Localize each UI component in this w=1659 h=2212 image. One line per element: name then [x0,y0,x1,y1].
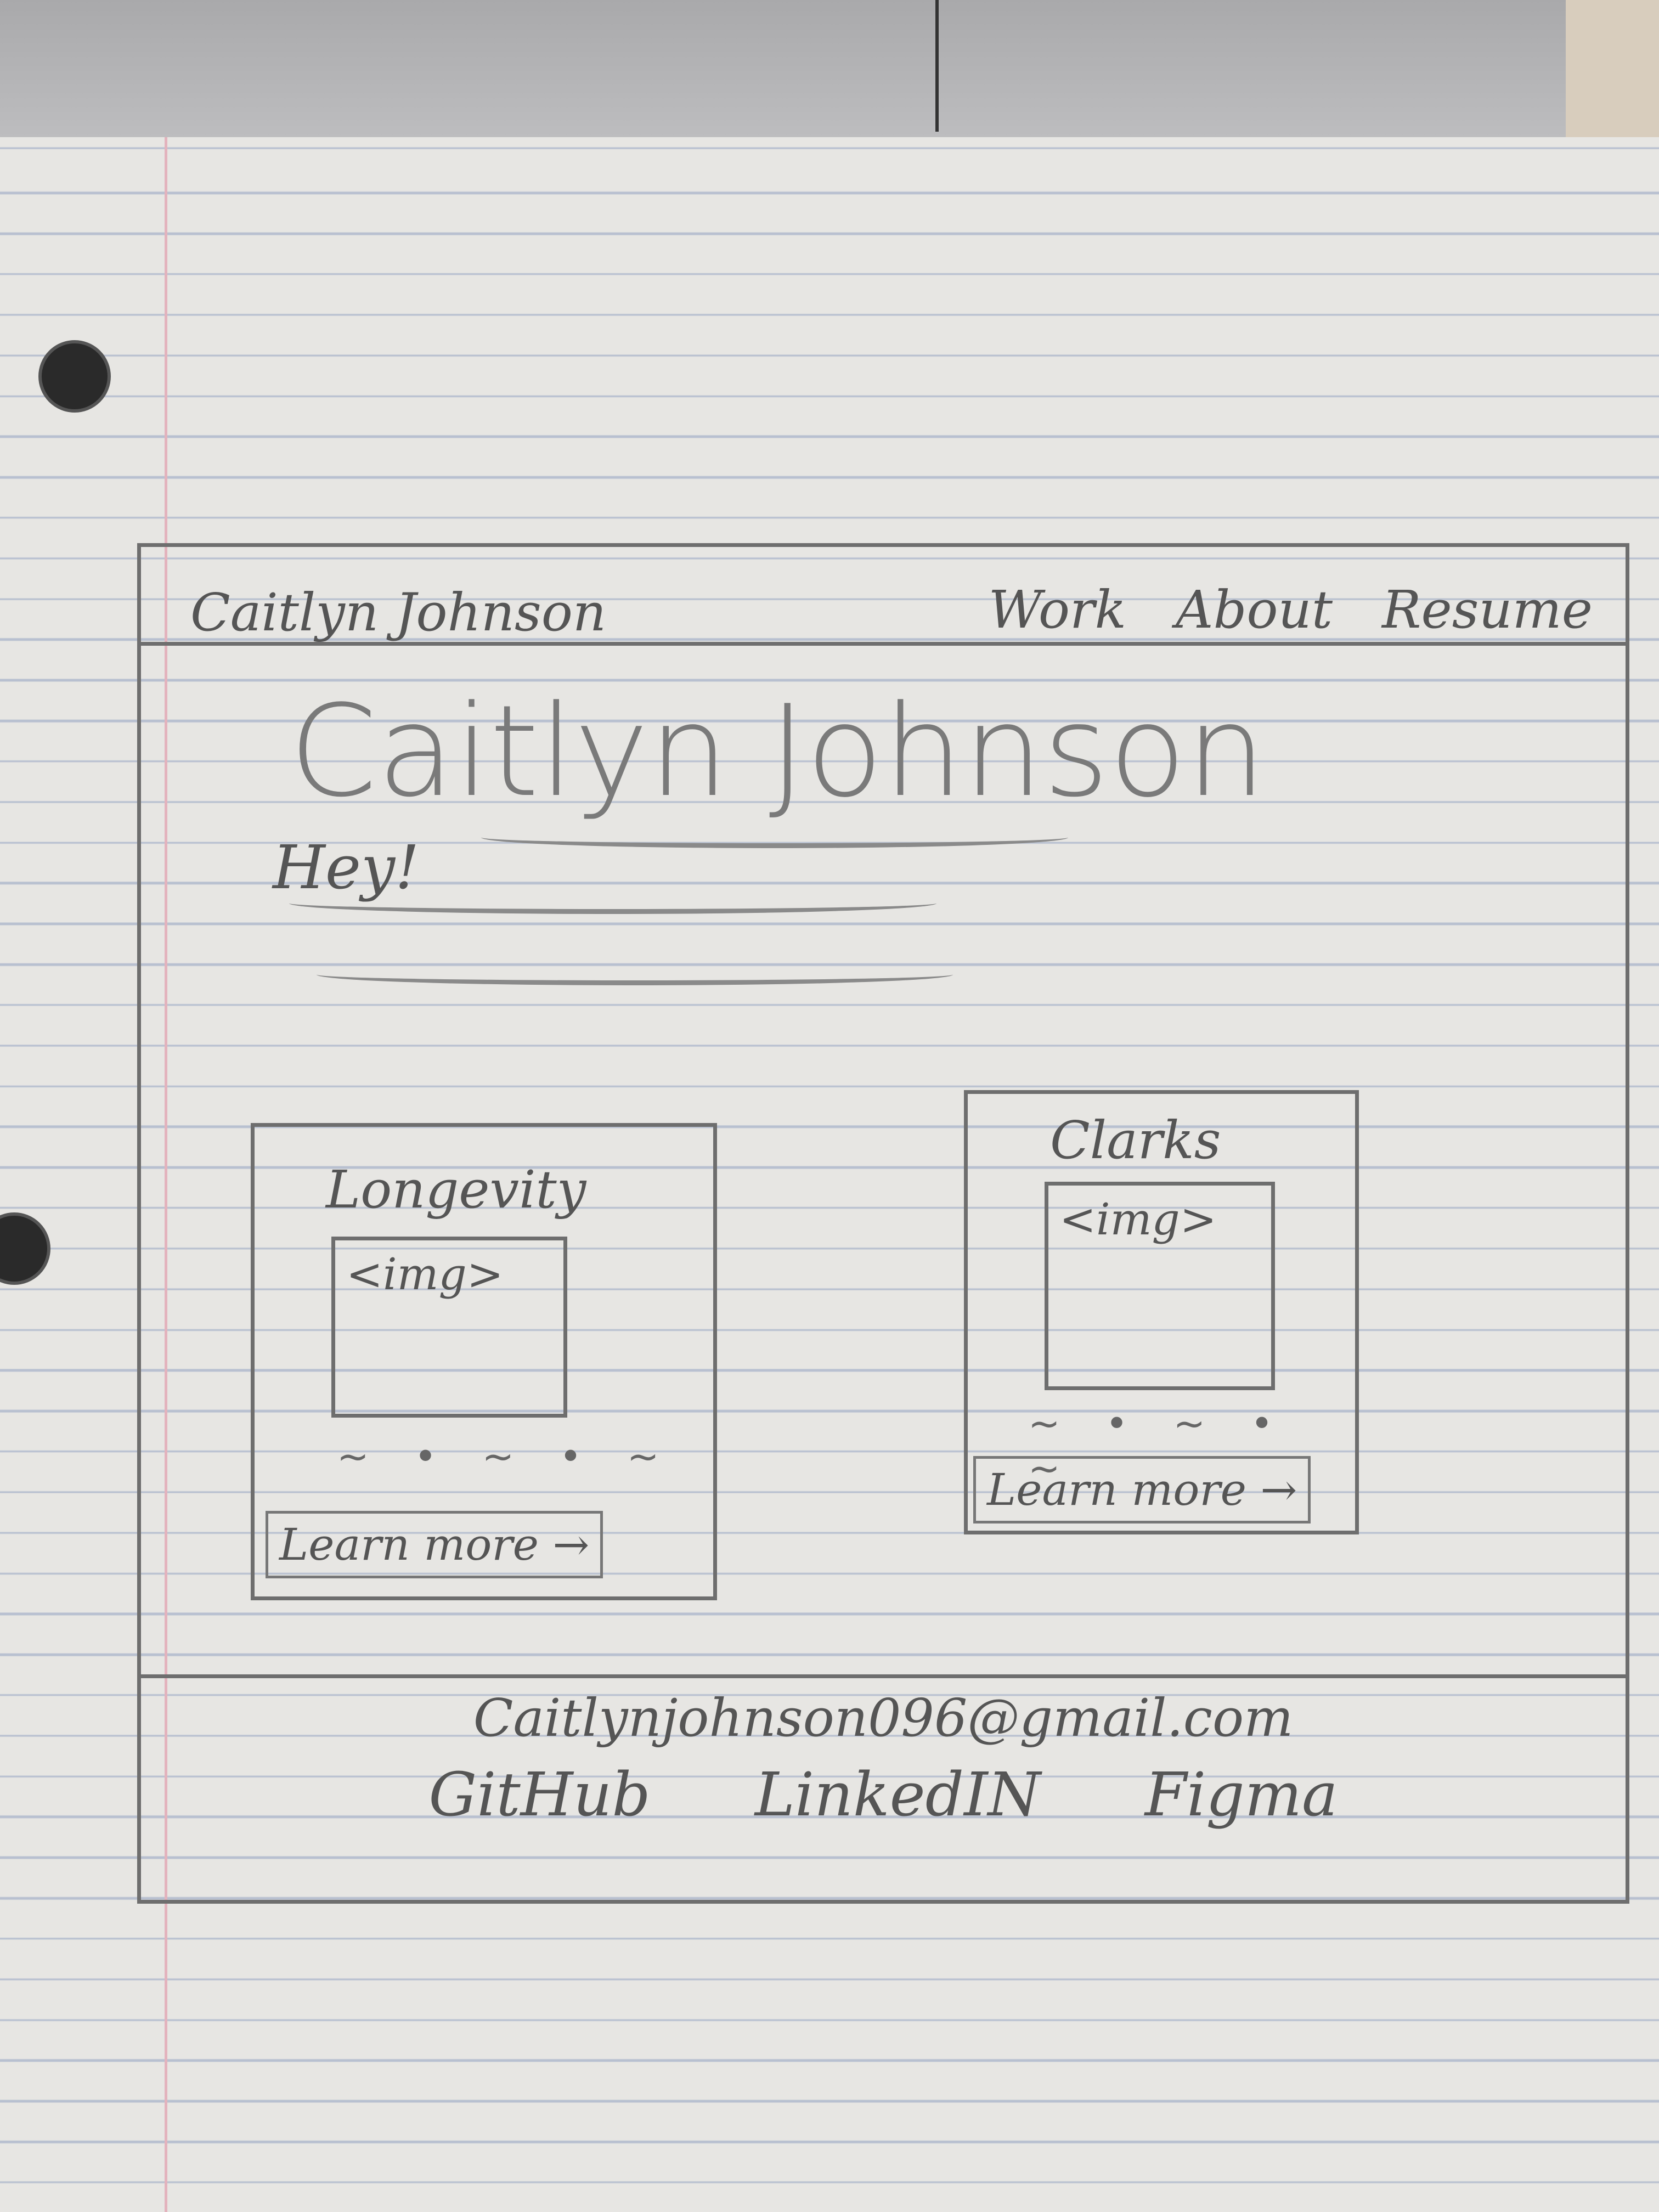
learn-more-button[interactable]: Learn more → [973,1456,1311,1523]
binder-hole [38,340,111,413]
notebook-page: Caitlyn Johnson Work About Resume Caitly… [0,137,1659,2212]
img-placeholder-label: <img> [346,1249,504,1300]
placeholder-text-line [481,827,1068,848]
nav-links: Work About Resume [989,580,1593,640]
placeholder-text-line [289,893,936,914]
project-card-clarks[interactable]: Clarks <img> ~ • ~ • ~ Learn more → [964,1090,1359,1534]
navbar-brand[interactable]: Caitlyn Johnson [190,583,606,643]
footer-link-figma[interactable]: Figma [1145,1759,1338,1830]
footer-divider [141,1674,1626,1678]
footer-email[interactable]: Caitlynjohnson096@gmail.com [141,1688,1626,1748]
card-title: Longevity [326,1160,586,1220]
laptop-seam [935,0,939,132]
footer-link-linkedin[interactable]: LinkedIN [755,1759,1041,1830]
footer-links: GitHub LinkedIN Figma [141,1759,1626,1830]
card-description-placeholder: ~ • ~ • ~ [337,1434,676,1479]
project-card-longevity[interactable]: Longevity <img> ~ • ~ • ~ Learn more → [251,1123,717,1600]
binder-hole [0,1212,50,1285]
card-image-placeholder: <img> [331,1237,567,1418]
img-placeholder-label: <img> [1059,1194,1217,1245]
card-title: Clarks [1050,1110,1221,1171]
hero-title: Caitlyn Johnson [289,679,1266,825]
website-wireframe: Caitlyn Johnson Work About Resume Caitly… [137,543,1629,1904]
nav-link-resume[interactable]: Resume [1382,580,1593,640]
nav-link-about[interactable]: About [1176,580,1333,640]
card-image-placeholder: <img> [1045,1182,1275,1390]
learn-more-button[interactable]: Learn more → [266,1511,603,1578]
nav-link-work[interactable]: Work [989,580,1126,640]
navbar: Caitlyn Johnson Work About Resume [141,547,1626,646]
placeholder-text-line [317,964,953,985]
footer-link-github[interactable]: GitHub [428,1759,650,1830]
laptop-lid [0,0,1569,137]
hero-greeting: Hey! [273,832,420,902]
